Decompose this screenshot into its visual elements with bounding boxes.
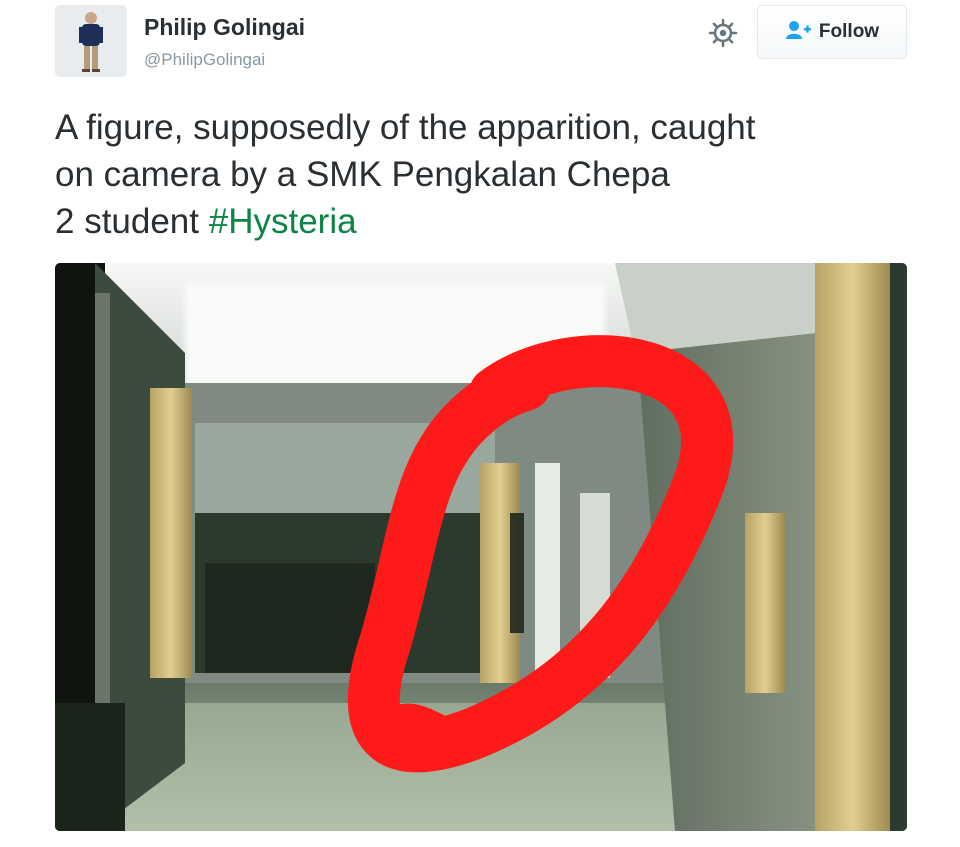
add-user-icon <box>785 20 811 45</box>
gear-icon[interactable] <box>707 17 739 49</box>
tweet-text-line: 2 student #Hysteria <box>55 198 915 245</box>
hashtag-link[interactable]: #Hysteria <box>209 202 357 241</box>
tweet-card: Philip Golingai @PhilipGolingai Follow A… <box>0 0 960 847</box>
tweet-text-line: on camera by a SMK Pengkalan Chepa <box>55 155 670 194</box>
tweet-text-line: A figure, supposedly of the apparition, … <box>55 108 756 147</box>
user-handle[interactable]: @PhilipGolingai <box>144 50 265 70</box>
follow-button[interactable]: Follow <box>757 5 907 59</box>
tweet-text: A figure, supposedly of the apparition, … <box>55 104 915 245</box>
avatar[interactable] <box>55 5 127 77</box>
user-name[interactable]: Philip Golingai <box>144 14 305 41</box>
tweet-text-fragment: 2 student <box>55 202 209 241</box>
tweet-photo[interactable] <box>55 263 907 831</box>
follow-label: Follow <box>818 21 880 42</box>
